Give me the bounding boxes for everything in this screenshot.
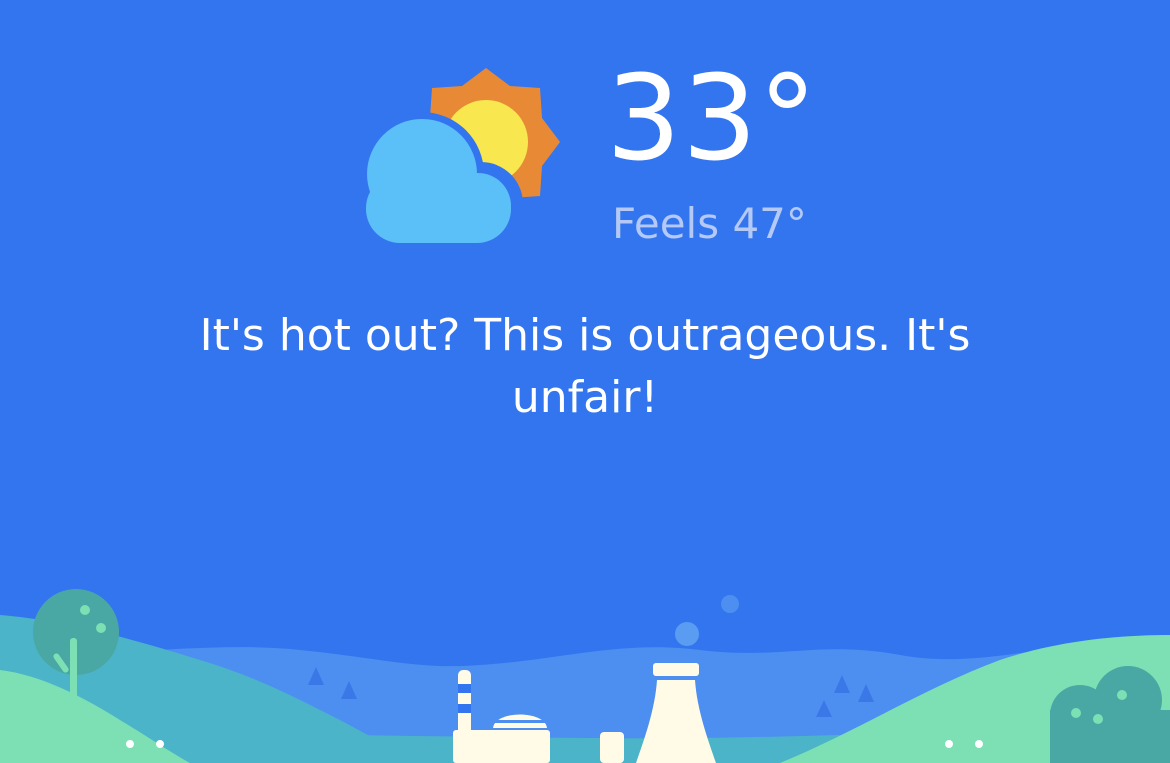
partly-cloudy-sun-icon <box>360 68 560 246</box>
feels-like-value: Feels 47° <box>612 199 807 248</box>
weather-message: It's hot out? This is outrageous. It's u… <box>199 310 971 423</box>
weather-screen: 33° Feels 47° It's hot out? This is outr… <box>0 0 1170 763</box>
city-landscape-illustration <box>0 589 1170 763</box>
small-building <box>600 732 624 763</box>
temperature-value: 33° <box>606 49 819 187</box>
